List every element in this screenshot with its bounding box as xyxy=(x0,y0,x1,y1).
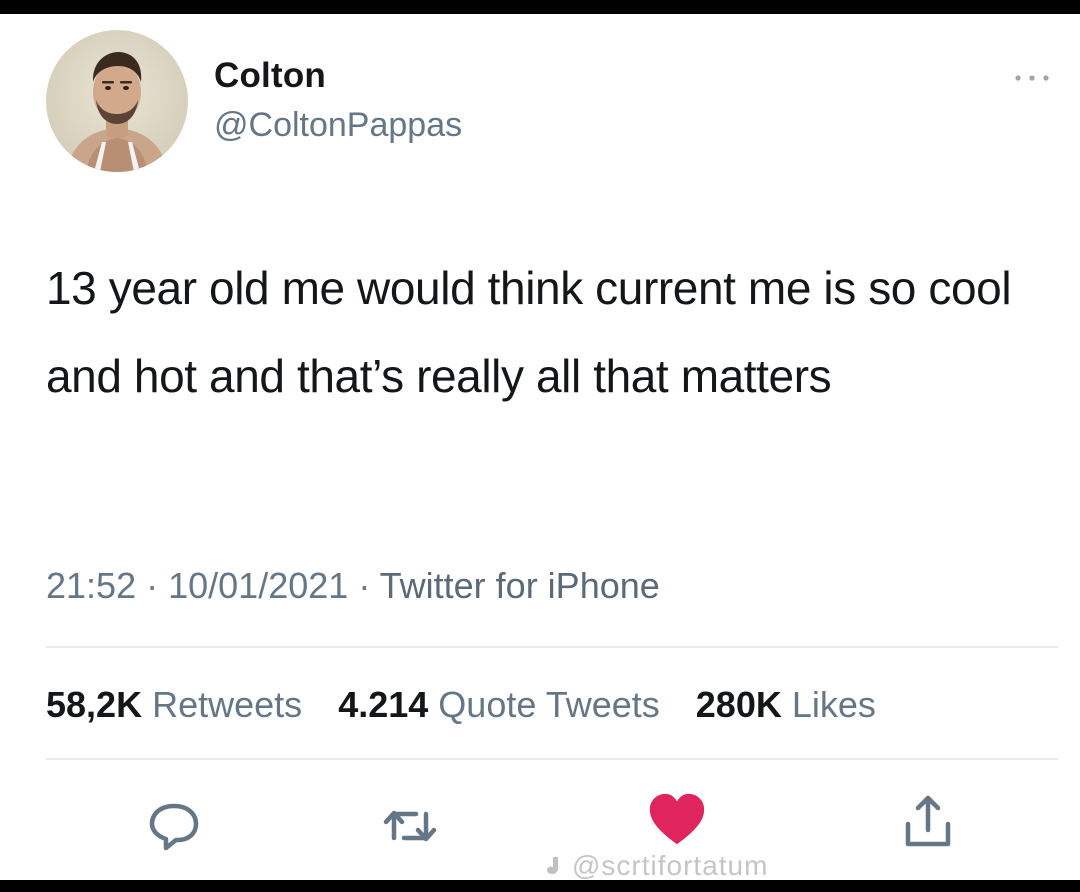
retweet-icon xyxy=(383,810,437,842)
display-name[interactable]: Colton xyxy=(214,56,326,96)
likes-stat[interactable]: 280K Likes xyxy=(696,684,876,725)
tweet-timestamp-row: 21:52 · 10/01/2021 · Twitter for iPhone xyxy=(46,565,660,607)
reply-button[interactable] xyxy=(142,794,206,858)
more-options-icon[interactable] xyxy=(1010,66,1054,90)
quote-tweets-stat[interactable]: 4.214 Quote Tweets xyxy=(338,684,660,725)
watermark-text: @scrtifortatum xyxy=(572,850,769,880)
tweet-text: 13 year old me would think current me is… xyxy=(46,262,1012,402)
avatar[interactable] xyxy=(46,30,188,172)
retweets-label: Retweets xyxy=(152,684,303,725)
likes-count: 280K xyxy=(695,684,782,725)
retweet-button[interactable] xyxy=(378,794,442,858)
engagement-stats: 58,2K Retweets 4.214 Quote Tweets 280K L… xyxy=(46,684,902,726)
heart-icon xyxy=(649,793,705,845)
music-note-icon xyxy=(544,852,566,874)
likes-label: Likes xyxy=(791,684,876,725)
retweets-count: 58,2K xyxy=(46,684,143,725)
meta-separator: · xyxy=(358,565,380,606)
divider xyxy=(46,646,1058,648)
user-handle[interactable]: @ColtonPappas xyxy=(214,106,462,145)
share-icon xyxy=(905,795,951,847)
tweet-time[interactable]: 21:52 xyxy=(46,565,136,606)
watermark: @scrtifortatum xyxy=(544,850,768,880)
meta-separator: · xyxy=(146,565,169,606)
reply-icon xyxy=(149,803,199,851)
profile-photo xyxy=(66,52,168,172)
retweets-stat[interactable]: 58,2K Retweets xyxy=(46,684,302,725)
quote-tweets-label: Quote Tweets xyxy=(438,684,660,725)
share-button[interactable] xyxy=(896,790,960,854)
tweet-card: Colton @ColtonPappas 13 year old me woul… xyxy=(0,14,1080,880)
tweet-date[interactable]: 10/01/2021 xyxy=(168,565,348,606)
like-button[interactable] xyxy=(646,790,708,852)
tweet-source[interactable]: Twitter for iPhone xyxy=(380,565,660,606)
divider xyxy=(46,758,1058,760)
quote-tweets-count: 4.214 xyxy=(338,684,429,725)
